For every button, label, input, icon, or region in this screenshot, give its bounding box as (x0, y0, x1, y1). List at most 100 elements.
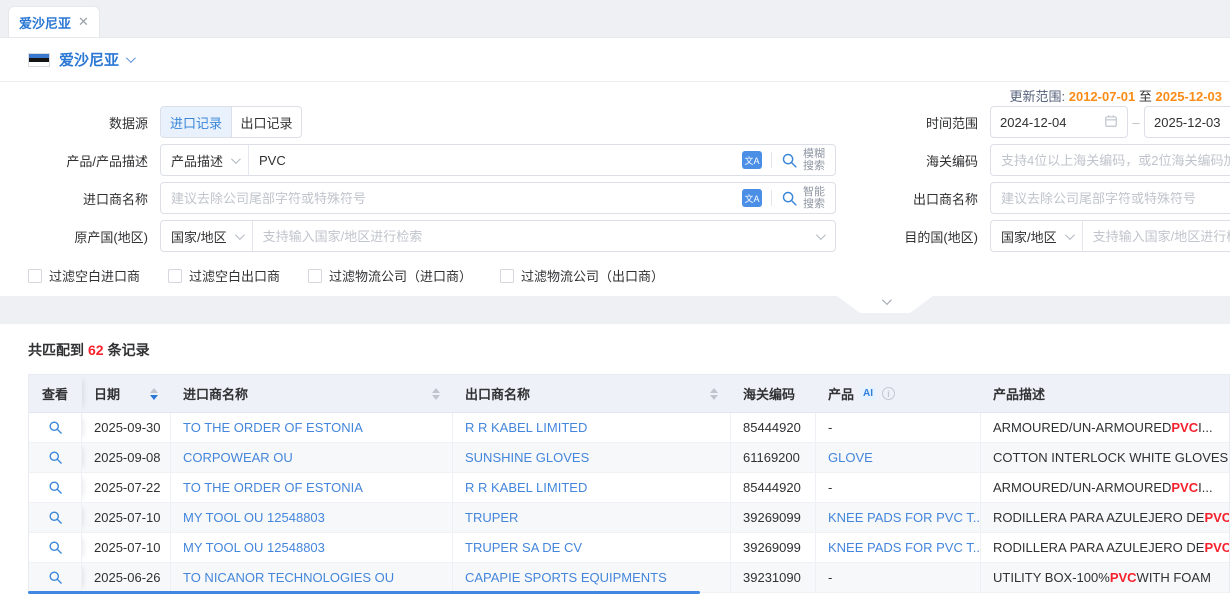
translate-icon[interactable]: 文A (742, 189, 762, 207)
cell-product[interactable]: KNEE PADS FOR PVC T... (816, 503, 981, 532)
product-label: 产品/产品描述 (0, 151, 160, 170)
view-record-icon[interactable] (48, 450, 63, 465)
view-record-icon[interactable] (48, 480, 63, 495)
collapse-filters-handle[interactable] (837, 296, 933, 313)
cell-product[interactable]: GLOVE (816, 443, 981, 472)
filter-panel: 更新范围: 2012-07-01 至 2025-12-03 数据源 进口记录 出… (0, 82, 1230, 296)
translate-icon[interactable]: 文A (742, 151, 762, 169)
view-record-icon[interactable] (48, 570, 63, 585)
cell-product[interactable]: KNEE PADS FOR PVC T... (816, 533, 981, 562)
cell-exporter[interactable]: CAPAPIE SPORTS EQUIPMENTS (453, 563, 731, 592)
range-separator: – (1128, 115, 1144, 130)
view-record-icon[interactable] (48, 510, 63, 525)
search-icon (781, 190, 798, 207)
sort-importer-icon[interactable] (432, 388, 440, 400)
cell-importer[interactable]: MY TOOL OU 12548803 (171, 533, 453, 562)
country-name[interactable]: 爱沙尼亚 (59, 49, 119, 70)
chevron-down-icon (881, 295, 891, 305)
tab-estonia[interactable]: 爱沙尼亚 ✕ (8, 6, 100, 37)
header-exporter[interactable]: 出口商名称 (453, 375, 731, 412)
cell-date: 2025-09-08 (82, 443, 171, 472)
start-date-input[interactable] (1000, 115, 1100, 130)
filter-blank-exporter[interactable]: 过滤空白出口商 (168, 266, 280, 285)
cell-exporter[interactable]: R R KABEL LIMITED (453, 473, 731, 502)
origin-country-select[interactable]: 国家/地区 (161, 221, 253, 251)
update-range-from: 2012-07-01 (1069, 89, 1136, 104)
sort-exporter-icon[interactable] (710, 388, 718, 400)
header-date[interactable]: 日期 (82, 375, 171, 412)
ai-badge: AI (860, 387, 876, 400)
export-records-option[interactable]: 出口记录 (231, 107, 301, 137)
destination-country-select[interactable]: 国家/地区 (991, 221, 1083, 251)
tab-close-icon[interactable]: ✕ (78, 14, 89, 30)
datasource-label: 数据源 (0, 113, 160, 132)
end-date-picker[interactable] (1144, 106, 1230, 138)
cell-exporter[interactable]: TRUPER SA DE CV (453, 533, 731, 562)
checkbox[interactable] (500, 269, 514, 283)
cell-description: RODILLERA PARA AZULEJERO DE PVC (981, 503, 1229, 532)
header-importer[interactable]: 进口商名称 (171, 375, 453, 412)
destination-search-input[interactable] (1083, 229, 1230, 244)
results-table: 查看 日期 进口商名称 出口商名称 海关编码 产品 AI i 产品描述 (28, 374, 1230, 593)
cell-exporter[interactable]: TRUPER (453, 503, 731, 532)
importer-input[interactable] (161, 191, 742, 206)
summary-prefix: 共匹配到 (28, 342, 84, 358)
exporter-input[interactable] (991, 191, 1230, 206)
cell-importer[interactable]: MY TOOL OU 12548803 (171, 503, 453, 532)
info-icon[interactable]: i (882, 387, 895, 400)
product-type-select[interactable]: 产品描述 (161, 145, 249, 175)
cell-date: 2025-07-10 (82, 503, 171, 532)
origin-search-input[interactable] (253, 229, 816, 244)
origin-label: 原产国(地区) (0, 227, 160, 246)
view-record-icon[interactable] (48, 540, 63, 555)
fuzzy-search-button[interactable]: 模糊 搜索 (781, 148, 835, 172)
update-range-word: 至 (1139, 89, 1152, 104)
cell-product: - (816, 473, 981, 502)
product-type-value: 产品描述 (171, 151, 223, 170)
cell-importer[interactable]: CORPOWEAR OU (171, 443, 453, 472)
exporter-field[interactable] (990, 182, 1230, 214)
cell-date: 2025-07-22 (82, 473, 171, 502)
checkbox[interactable] (308, 269, 322, 283)
cell-importer[interactable]: TO THE ORDER OF ESTONIA (171, 473, 453, 502)
destination-label: 目的国(地区) (880, 227, 990, 246)
checkbox[interactable] (168, 269, 182, 283)
cell-importer[interactable]: TO NICANOR TECHNOLOGIES OU (171, 563, 453, 592)
summary-suffix: 条记录 (108, 342, 150, 358)
table-row: 2025-06-26 TO NICANOR TECHNOLOGIES OU CA… (29, 563, 1229, 593)
summary-count: 62 (88, 342, 104, 358)
sort-date-icon[interactable] (150, 388, 158, 400)
calendar-icon (1104, 114, 1118, 131)
results-summary: 共匹配到62条记录 (28, 340, 1230, 360)
smart-search-button[interactable]: 智能 搜索 (781, 186, 835, 210)
checkbox-label: 过滤空白进口商 (49, 266, 140, 285)
time-range-control: – (990, 106, 1230, 138)
filter-logistics-exporter[interactable]: 过滤物流公司（出口商） (500, 266, 664, 285)
filter-logistics-importer[interactable]: 过滤物流公司（进口商） (308, 266, 472, 285)
end-date-input[interactable] (1154, 115, 1230, 130)
checkbox-label: 过滤物流公司（出口商） (521, 266, 664, 285)
importer-search-group: 文A 智能 搜索 (160, 182, 836, 214)
cell-exporter[interactable]: SUNSHINE GLOVES (453, 443, 731, 472)
start-date-picker[interactable] (990, 106, 1128, 138)
view-record-icon[interactable] (48, 420, 63, 435)
product-keyword-input[interactable] (249, 153, 742, 168)
hscode-field[interactable] (990, 144, 1230, 176)
smart-search-line1: 智能 (803, 186, 825, 198)
chevron-down-icon[interactable] (126, 53, 136, 63)
filter-row-product: 产品/产品描述 产品描述 文A 模糊 搜索 (0, 144, 1230, 176)
import-records-option[interactable]: 进口记录 (161, 107, 231, 137)
hscode-input[interactable] (991, 153, 1230, 168)
cell-importer[interactable]: TO THE ORDER OF ESTONIA (171, 413, 453, 442)
smart-search-line2: 搜索 (803, 198, 825, 210)
filter-blank-importer[interactable]: 过滤空白进口商 (28, 266, 140, 285)
chevron-down-icon (231, 154, 241, 164)
cell-description: ARMOURED/UN-ARMOURED PVC I... (981, 473, 1229, 502)
cell-hscode: 61169200 (731, 443, 816, 472)
cell-description: ARMOURED/UN-ARMOURED PVC I... (981, 413, 1229, 442)
checkbox[interactable] (28, 269, 42, 283)
header-hscode: 海关编码 (731, 375, 816, 412)
update-range-label: 更新范围: (1009, 89, 1065, 104)
cell-hscode: 39269099 (731, 503, 816, 532)
cell-exporter[interactable]: R R KABEL LIMITED (453, 413, 731, 442)
